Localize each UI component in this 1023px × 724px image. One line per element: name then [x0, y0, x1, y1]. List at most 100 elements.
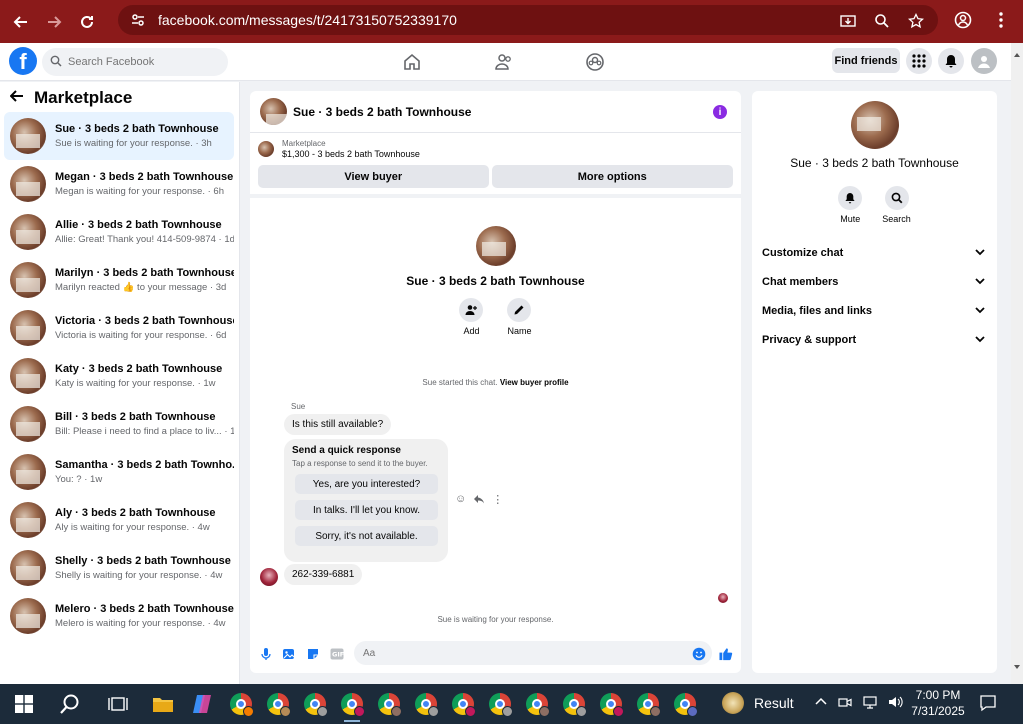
conversation-item[interactable]: Allie · 3 beds 2 bath Townhouse Allie: Gr… — [4, 208, 234, 256]
sticker-icon[interactable] — [306, 647, 320, 661]
volume-icon[interactable] — [888, 695, 904, 712]
chrome-profile-icon[interactable] — [599, 692, 624, 717]
quick-response-button[interactable]: In talks. I'll let you know. — [295, 500, 438, 520]
chrome-profile-icon[interactable] — [266, 692, 291, 717]
conversation-name: Aly · 3 beds 2 bath Townhouse — [55, 507, 216, 519]
groups-icon[interactable] — [585, 52, 605, 72]
message-input-box[interactable] — [354, 641, 712, 665]
details-menu: Customize chat Chat members Media, files… — [752, 238, 997, 354]
conversation-item[interactable]: Megan · 3 beds 2 bath Townhouse Megan is … — [4, 160, 234, 208]
listing-avatar[interactable] — [260, 98, 287, 125]
view-buyer-profile-link[interactable]: View buyer profile — [500, 378, 569, 387]
view-buyer-button[interactable]: View buyer — [258, 165, 489, 188]
listing-avatar[interactable] — [850, 101, 899, 149]
conversation-item[interactable]: Aly · 3 beds 2 bath Townhouse Aly is wait… — [4, 496, 234, 544]
conversation-item[interactable]: Sue · 3 beds 2 bath Townhouse Sue is wait… — [4, 112, 234, 160]
conversation-item[interactable]: Samantha · 3 beds 2 bath Townho... You: ?… — [4, 448, 234, 496]
install-app-icon[interactable] — [838, 11, 858, 31]
chrome-profile-icon[interactable] — [303, 692, 328, 717]
task-view-icon[interactable] — [106, 692, 130, 716]
chrome-profile-icon[interactable] — [229, 692, 254, 717]
address-bar[interactable]: facebook.com/messages/t/2417315075233917… — [118, 5, 938, 35]
microphone-icon[interactable] — [259, 647, 273, 661]
message-bubble[interactable]: 262-339-6881 — [284, 564, 363, 585]
chrome-profile-icon[interactable] — [636, 692, 661, 717]
menu-grid-icon[interactable] — [906, 48, 932, 74]
more-vertical-icon[interactable]: ⋮ — [492, 493, 503, 508]
notifications-bell-icon[interactable] — [938, 48, 964, 74]
chrome-profile-icon[interactable] — [488, 692, 513, 717]
home-icon[interactable] — [402, 52, 422, 72]
mute-button[interactable]: Mute — [838, 186, 863, 224]
quick-response-button[interactable]: Sorry, it's not available. — [295, 526, 438, 546]
chrome-profile-icon[interactable] — [673, 692, 698, 717]
chrome-profile-icon[interactable] — [525, 692, 550, 717]
reload-icon[interactable] — [75, 10, 99, 34]
result-taskbar-item[interactable]: Result — [722, 692, 794, 714]
conversation-item[interactable]: Katy · 3 beds 2 bath Townhouse Katy is wa… — [4, 352, 234, 400]
account-avatar[interactable] — [971, 48, 997, 74]
browser-menu-icon[interactable] — [991, 10, 1011, 30]
info-icon[interactable]: i — [713, 105, 727, 119]
chrome-profile-icon[interactable] — [414, 692, 439, 717]
forward-arrow-icon[interactable] — [42, 10, 66, 34]
conversation-name: Megan · 3 beds 2 bath Townhouse — [55, 171, 234, 183]
active-indicator — [344, 720, 360, 722]
copilot-icon[interactable] — [190, 692, 214, 716]
divider — [250, 192, 741, 198]
chrome-profile-icon[interactable] — [377, 692, 402, 717]
chrome-profile-icon[interactable] — [562, 692, 587, 717]
zoom-icon[interactable] — [872, 11, 892, 31]
conversation-item[interactable]: Victoria · 3 beds 2 bath Townhouse Victor… — [4, 304, 234, 352]
gif-icon[interactable]: GIF — [330, 647, 344, 661]
search-in-chat-button[interactable]: Search — [882, 186, 911, 224]
file-explorer-icon[interactable] — [151, 692, 175, 716]
chrome-profile-icon[interactable] — [451, 692, 476, 717]
facebook-logo-icon[interactable]: f — [9, 47, 37, 75]
conversation-item[interactable]: Marilyn · 3 beds 2 bath Townhouse Marilyn… — [4, 256, 234, 304]
message-input[interactable] — [363, 647, 683, 659]
more-options-button[interactable]: More options — [491, 165, 733, 188]
conversation-item[interactable]: Shelly · 3 beds 2 bath Townhouse Shelly i… — [4, 544, 234, 592]
name-chat-button[interactable]: Name — [507, 298, 532, 336]
profile-icon[interactable] — [953, 10, 973, 30]
quick-response-button[interactable]: Yes, are you interested? — [295, 474, 438, 494]
image-icon[interactable] — [282, 647, 296, 661]
search-input[interactable] — [68, 56, 218, 68]
chevron-up-icon[interactable] — [814, 695, 828, 712]
conversation-item[interactable]: Melero · 3 beds 2 bath Townhouse Melero i… — [4, 592, 234, 640]
meet-now-icon[interactable] — [838, 695, 852, 712]
thumbs-up-icon[interactable] — [719, 647, 733, 661]
bookmark-star-icon[interactable] — [906, 11, 926, 31]
conversation-item[interactable]: Bill · 3 beds 2 bath Townhouse Bill: Plea… — [4, 400, 234, 448]
site-settings-icon[interactable] — [128, 10, 148, 30]
message-bubble[interactable]: Is this still available? — [284, 414, 392, 435]
search-box[interactable] — [42, 48, 228, 76]
reply-icon[interactable] — [473, 493, 485, 508]
clock[interactable]: 7:00 PM 7/31/2025 — [908, 687, 968, 719]
react-emoji-icon[interactable]: ☺ — [455, 493, 466, 508]
url-text[interactable]: facebook.com/messages/t/2417315075233917… — [158, 12, 457, 28]
customize-chat-item[interactable]: Customize chat — [752, 238, 997, 267]
conversation-name: Sue · 3 beds 2 bath Townhouse — [55, 123, 219, 135]
menu-item-label: Media, files and links — [762, 304, 873, 317]
emoji-icon[interactable] — [692, 647, 706, 661]
friends-icon[interactable] — [494, 52, 514, 72]
find-friends-button[interactable]: Find friends — [832, 48, 900, 73]
privacy-support-item[interactable]: Privacy & support — [752, 325, 997, 354]
chat-title[interactable]: Sue · 3 beds 2 bath Townhouse — [293, 105, 471, 119]
back-arrow-icon[interactable] — [9, 88, 24, 108]
back-arrow-icon[interactable] — [9, 10, 33, 34]
listing-summary[interactable]: Marketplace $1,300 - 3 beds 2 bath Townh… — [250, 133, 741, 165]
clock-date: 7/31/2025 — [911, 704, 965, 718]
add-people-button[interactable]: Add — [459, 298, 484, 336]
page-scrollbar[interactable] — [1011, 43, 1023, 684]
message-actions: ☺ ⋮ — [455, 493, 503, 508]
network-icon[interactable] — [862, 695, 878, 712]
chat-members-item[interactable]: Chat members — [752, 267, 997, 296]
windows-start-icon[interactable] — [12, 692, 36, 716]
search-icon[interactable] — [58, 692, 82, 716]
chrome-profile-icon-active[interactable] — [340, 692, 365, 722]
notification-center-icon[interactable] — [979, 694, 997, 715]
media-files-links-item[interactable]: Media, files and links — [752, 296, 997, 325]
